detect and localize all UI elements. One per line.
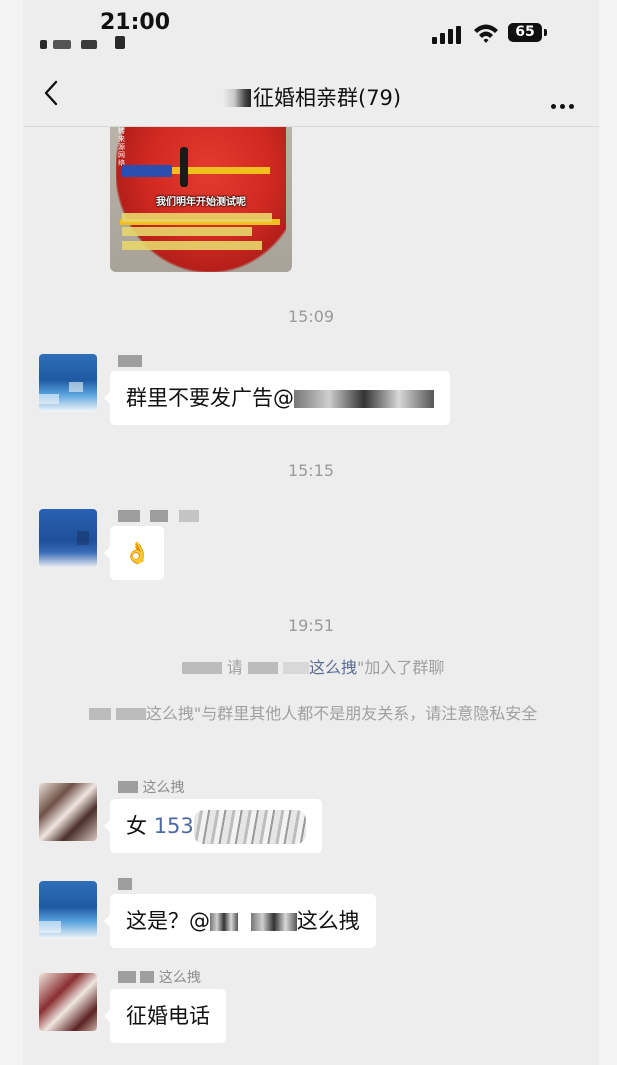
name-redaction <box>181 662 222 674</box>
system-text: "与群里其他人都不是朋友关系，请注意隐私安全 <box>193 704 538 723</box>
avatar-pixel <box>39 394 59 404</box>
message-list[interactable]: 转来源网络 我们明年开始测试呢 15:09 群里不要发广告@ 15:15 👌 1… <box>23 127 599 1065</box>
video-subtitle-bar <box>122 227 252 236</box>
battery-tip <box>544 29 547 36</box>
back-icon[interactable] <box>41 78 61 108</box>
sender-name-text: 这么拽 <box>142 780 185 796</box>
avatar-pixel <box>39 921 61 933</box>
video-label-redaction <box>122 165 172 177</box>
avatar[interactable] <box>39 509 97 567</box>
phone-number[interactable]: 153 <box>154 814 194 838</box>
message-text: 这是？@ <box>126 909 210 933</box>
avatar[interactable] <box>39 973 97 1031</box>
status-bar: 21:00 65 <box>23 0 599 62</box>
sender-name: 这么拽 <box>118 967 201 986</box>
phone-redaction-scribble <box>193 810 306 844</box>
sender-name <box>118 877 132 893</box>
avatar[interactable] <box>39 881 97 939</box>
name-redaction <box>115 708 146 720</box>
sender-redaction <box>118 510 140 522</box>
battery-icon: 65 <box>508 23 542 42</box>
sender-redaction <box>118 355 142 367</box>
video-message-thumbnail[interactable]: 转来源网络 我们明年开始测试呢 <box>110 127 292 272</box>
name-redaction <box>247 662 278 674</box>
video-subtitle-bar <box>122 213 272 222</box>
name-redaction <box>88 708 111 720</box>
message-bubble[interactable]: 群里不要发广告@ <box>104 371 450 425</box>
avatar[interactable] <box>39 783 97 841</box>
sender-redaction <box>150 510 169 522</box>
video-microphone <box>180 147 188 187</box>
video-subtitle-bar <box>122 241 262 250</box>
wifi-icon <box>474 24 498 43</box>
message-bubble[interactable]: 征婚电话 <box>104 989 226 1043</box>
nav-bar: 征婚相亲群(79) <box>23 62 599 127</box>
message-text: 女 <box>126 814 147 838</box>
system-privacy-notice: 这么拽"与群里其他人都不是朋友关系，请注意隐私安全 <box>68 700 558 728</box>
status-redaction <box>115 36 125 49</box>
status-redaction <box>81 40 97 49</box>
message-bubble[interactable]: 👌 <box>103 526 165 580</box>
system-text: "加入了群聊 <box>356 658 445 677</box>
member-name: 这么拽 <box>145 704 194 723</box>
system-text: 请 <box>226 658 243 677</box>
mention-redaction <box>210 913 238 931</box>
phone-screen: 21:00 65 征婚相亲群(79) 转来源网络 我们明年开始测试呢 15:09… <box>23 0 599 1065</box>
sender-redaction <box>118 878 132 890</box>
status-redaction <box>40 40 47 49</box>
video-watermark: 转来源网络 <box>118 127 125 167</box>
message-text: 征婚电话 <box>126 1004 210 1028</box>
message-bubble[interactable]: 女 153 <box>104 799 322 853</box>
sender-name: 这么拽 <box>118 777 185 796</box>
avatar-pixel <box>77 531 89 545</box>
timestamp: 15:15 <box>287 461 335 480</box>
sender-redaction <box>178 510 199 522</box>
timestamp: 15:09 <box>287 307 335 326</box>
status-redaction <box>53 40 71 49</box>
more-icon[interactable] <box>551 94 581 109</box>
member-link[interactable]: 这么拽 <box>309 658 357 677</box>
sender-name <box>118 509 199 525</box>
chat-title: 征婚相亲群(79) <box>223 82 423 112</box>
message-bubble[interactable]: 这是？@ 这么拽 <box>104 894 376 948</box>
ok-hand-emoji: 👌 <box>124 541 151 565</box>
sender-redaction <box>118 781 138 793</box>
avatar[interactable] <box>39 354 97 412</box>
signal-icon <box>432 26 461 44</box>
name-redaction <box>282 662 309 674</box>
sender-redaction <box>140 971 155 983</box>
title-redaction <box>223 89 251 107</box>
sender-redaction <box>118 971 136 983</box>
chat-title-text: 征婚相亲群(79) <box>253 86 402 110</box>
system-join-notice: 请 这么拽"加入了群聊 <box>68 654 558 682</box>
sender-name-text: 这么拽 <box>158 970 201 986</box>
mention-redaction <box>294 390 434 408</box>
video-caption: 我们明年开始测试呢 <box>156 197 246 208</box>
timestamp: 19:51 <box>287 616 335 635</box>
avatar-pixel <box>69 382 83 392</box>
status-time: 21:00 <box>100 10 171 35</box>
sender-name <box>118 354 142 370</box>
message-text: 群里不要发广告@ <box>126 386 294 410</box>
mention-name: 这么拽 <box>296 909 360 933</box>
mention-redaction <box>250 913 297 931</box>
